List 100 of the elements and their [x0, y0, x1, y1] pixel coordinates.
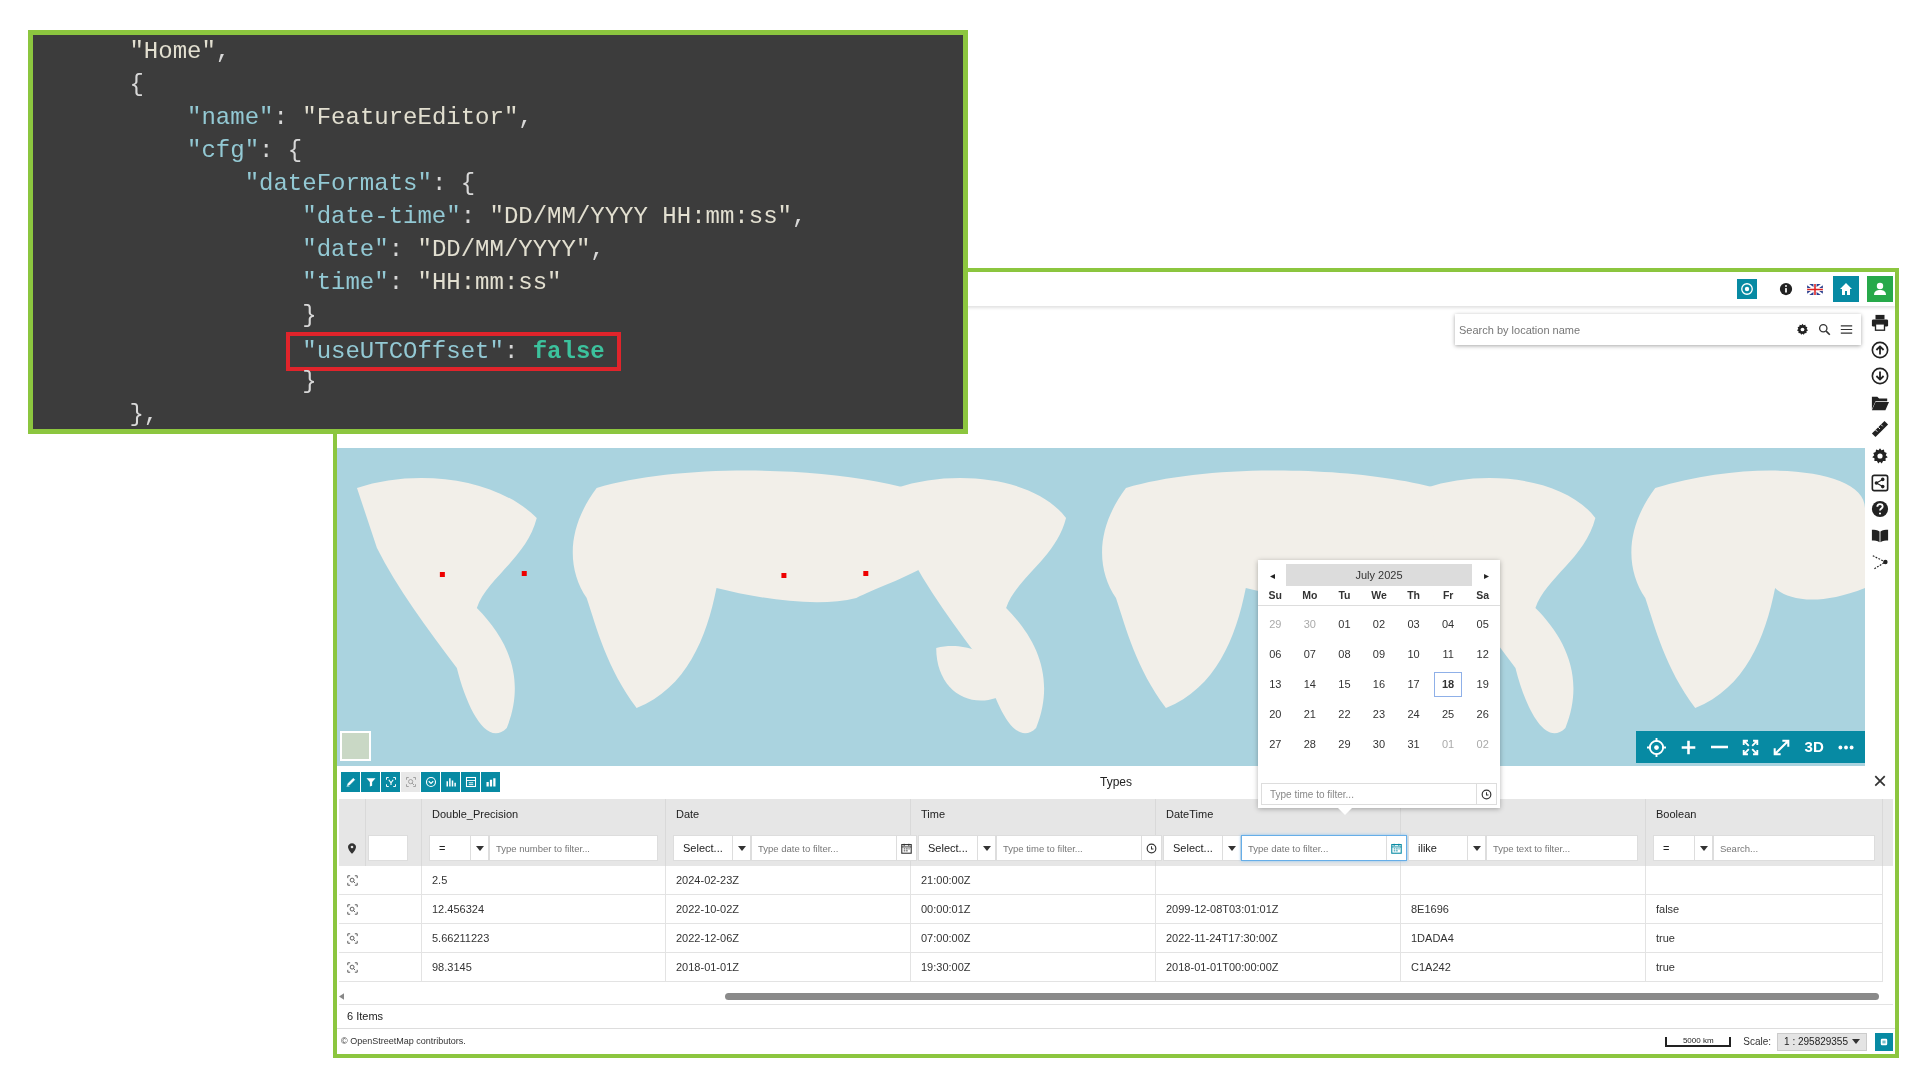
calendar-day[interactable]: 08 — [1330, 642, 1359, 667]
filter-input[interactable]: Search... — [1714, 836, 1874, 860]
time-filter-field[interactable]: Type time to filter... — [1261, 783, 1497, 805]
calendar-day[interactable]: 02 — [1365, 612, 1393, 637]
circle-arrow-button[interactable] — [421, 772, 440, 792]
bar-chart-button[interactable] — [441, 772, 460, 792]
time-input[interactable]: Type time to filter... — [1262, 784, 1476, 804]
info-icon[interactable] — [1779, 282, 1793, 296]
calendar-day[interactable]: 06 — [1261, 642, 1290, 667]
input-field[interactable] — [368, 835, 408, 861]
zoom-to-feature-icon[interactable] — [347, 932, 358, 944]
zoom-to-feature-icon[interactable] — [347, 874, 358, 886]
more-icon[interactable] — [1837, 744, 1854, 750]
home-button[interactable] — [1833, 276, 1859, 302]
locate-icon[interactable] — [1647, 737, 1667, 757]
column-header[interactable]: Date — [676, 806, 700, 823]
scroll-left-icon[interactable] — [339, 992, 344, 1000]
filter-input[interactable]: Type date to filter... — [752, 836, 896, 860]
search-field[interactable]: Search by location name — [1459, 318, 1787, 341]
fullscreen-icon[interactable] — [1773, 738, 1791, 756]
month-label[interactable]: July 2025 — [1286, 564, 1472, 586]
column-header[interactable]: Double_Precision — [432, 806, 519, 823]
calendar-day[interactable]: 07 — [1295, 642, 1324, 667]
full-extent-icon[interactable] — [1742, 738, 1760, 756]
print-icon[interactable] — [1871, 314, 1889, 332]
filter-button[interactable] — [361, 772, 380, 792]
flag-icon[interactable] — [1807, 283, 1823, 295]
calendar-day[interactable]: 26 — [1468, 702, 1497, 727]
calendar-day[interactable]: 24 — [1399, 702, 1428, 727]
close-button[interactable]: × — [1873, 769, 1887, 793]
search-icon[interactable] — [1818, 323, 1831, 336]
table-cell: 2.5 — [422, 866, 666, 895]
operator-select[interactable]: Select... — [918, 835, 996, 861]
operator-select[interactable]: ilike — [1408, 835, 1486, 861]
zoom-in-icon[interactable] — [1680, 738, 1698, 756]
operator-select[interactable]: Select... — [673, 835, 751, 861]
download-icon[interactable] — [1871, 367, 1889, 386]
calendar-day[interactable]: 05 — [1468, 612, 1497, 637]
filter-input[interactable]: Type text to filter... — [1487, 836, 1637, 860]
3d-button[interactable]: 3D — [1804, 735, 1824, 759]
calendar-day[interactable]: 20 — [1261, 702, 1290, 727]
calendar-day[interactable]: 10 — [1399, 642, 1428, 667]
calendar-day[interactable]: 22 — [1330, 702, 1359, 727]
filter-input[interactable]: Type date to filter... — [1242, 836, 1386, 860]
operator-select[interactable]: = — [429, 835, 489, 861]
help-icon[interactable] — [1871, 500, 1889, 519]
calendar-day[interactable]: 23 — [1365, 702, 1393, 727]
operator-select[interactable]: Select... — [1163, 835, 1241, 861]
operator-select[interactable]: = — [1653, 835, 1713, 861]
upload-icon[interactable] — [1871, 340, 1889, 359]
zoom-selection-button[interactable] — [381, 772, 400, 792]
calendar-day[interactable]: 01 — [1330, 612, 1359, 637]
path-icon[interactable] — [1871, 553, 1889, 572]
calendar-day[interactable]: 04 — [1434, 612, 1463, 637]
zoom-icon — [404, 776, 417, 788]
user-button[interactable] — [1867, 276, 1893, 302]
calendar-day[interactable]: 11 — [1434, 642, 1463, 667]
map-footer-button[interactable] — [1875, 1032, 1893, 1051]
calendar-day[interactable]: 17 — [1399, 672, 1428, 697]
calendar-day[interactable]: 16 — [1365, 672, 1393, 697]
calendar-day[interactable]: 13 — [1261, 672, 1290, 697]
chart-button[interactable] — [481, 772, 500, 792]
zoom-to-feature-icon[interactable] — [347, 903, 358, 915]
settings-icon[interactable] — [1871, 446, 1889, 465]
layer-thumbnail[interactable] — [340, 731, 371, 761]
share-icon[interactable] — [1871, 473, 1889, 492]
calendar-day[interactable]: 09 — [1365, 642, 1393, 667]
calendar-day[interactable]: 14 — [1295, 672, 1324, 697]
calendar-day[interactable]: 19 — [1468, 672, 1497, 697]
calendar-day[interactable]: 29 — [1330, 732, 1359, 757]
calendar-day[interactable]: 28 — [1295, 732, 1324, 757]
calendar-day[interactable]: 15 — [1330, 672, 1359, 697]
calendar-day[interactable]: 30 — [1365, 732, 1393, 757]
calendar-day[interactable]: 18 — [1434, 672, 1463, 697]
menu-icon[interactable] — [1840, 323, 1853, 336]
filter-input[interactable]: Type number to filter... — [490, 836, 657, 860]
zoom-out-icon[interactable] — [1711, 745, 1729, 749]
pencil-button[interactable] — [341, 772, 360, 792]
calendar-day[interactable]: 12 — [1468, 642, 1497, 667]
scrollbar-thumb[interactable] — [725, 992, 1879, 1000]
zoom-to-feature-icon[interactable] — [347, 961, 358, 973]
settings-icon[interactable] — [1796, 323, 1809, 336]
column-header[interactable]: Time — [921, 806, 946, 823]
calendar-day[interactable]: 25 — [1434, 702, 1463, 727]
ruler-icon[interactable] — [1871, 420, 1889, 439]
previous-month-button[interactable]: ◂ — [1258, 567, 1286, 583]
calendar-day[interactable]: 21 — [1295, 702, 1324, 727]
table-cell: 2022-10-02Z — [666, 895, 911, 924]
filter-field[interactable]: Type date to filter... — [1241, 835, 1407, 861]
scale-select[interactable]: 1 : 295829355 — [1777, 1032, 1867, 1051]
table-button[interactable] — [461, 772, 480, 792]
calendar-day[interactable]: 03 — [1399, 612, 1428, 637]
calendar-day[interactable]: 31 — [1399, 732, 1428, 757]
table-cell: 19:30:00Z — [911, 953, 1156, 982]
filter-input[interactable]: Type time to filter... — [997, 836, 1141, 860]
calendar-day[interactable]: 27 — [1261, 732, 1290, 757]
column-header[interactable]: DateTime — [1166, 806, 1214, 823]
column-header[interactable]: Boolean — [1656, 806, 1697, 823]
next-month-button[interactable]: ▸ — [1472, 567, 1500, 583]
locate-button[interactable] — [1737, 279, 1757, 299]
